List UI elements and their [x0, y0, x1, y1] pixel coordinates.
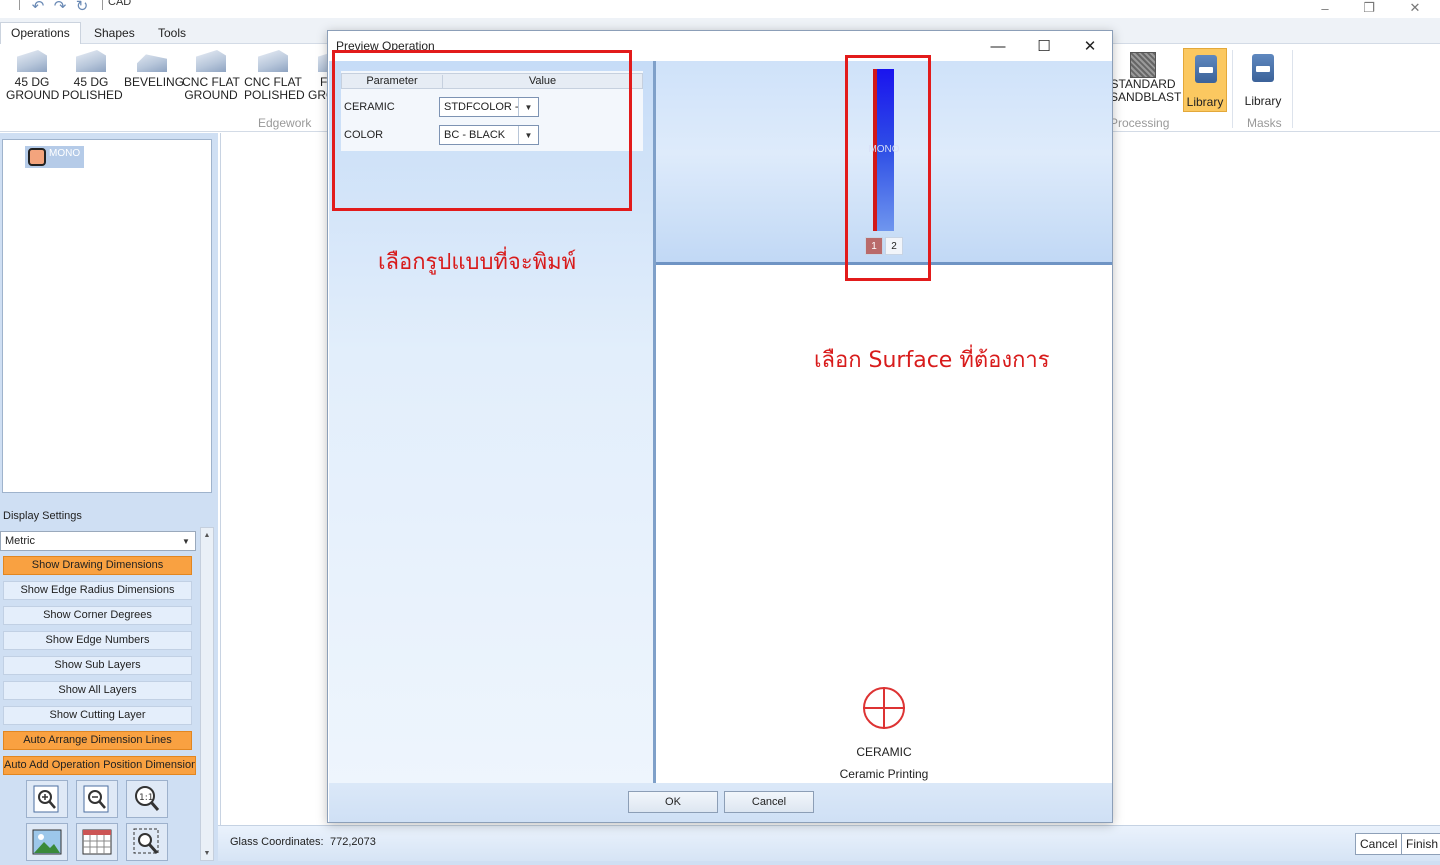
- processing-library-button[interactable]: Library: [1183, 48, 1227, 112]
- show-edge-radius-dimensions-button[interactable]: Show Edge Radius Dimensions: [3, 581, 192, 600]
- tab-operations[interactable]: Operations: [0, 22, 81, 45]
- button-label: Library: [1186, 95, 1224, 109]
- cancel-button[interactable]: Cancel: [1355, 833, 1403, 855]
- ok-button[interactable]: OK: [628, 791, 718, 813]
- group-label-masks: Masks: [1247, 116, 1282, 130]
- cnc-flat-ground-button[interactable]: CNC FLAT GROUND: [182, 50, 240, 102]
- tab-shapes[interactable]: Shapes: [84, 23, 145, 44]
- edge-45dg-polished-button[interactable]: 45 DG POLISHED: [62, 50, 123, 102]
- dialog-close-button[interactable]: ✕: [1076, 35, 1104, 57]
- button-label: BEVELING: [124, 75, 185, 89]
- status-bar: Glass Coordinates: 772,2073 Cancel Finis…: [218, 825, 1440, 861]
- show-sub-layers-button[interactable]: Show Sub Layers: [3, 656, 192, 675]
- zoom-1to1-icon: 1:1: [135, 786, 160, 811]
- dialog-footer: OK Cancel: [329, 783, 1112, 822]
- grid-icon: [82, 829, 112, 855]
- operation-name: CERAMIC: [856, 745, 912, 759]
- button-label: GROUND: [184, 88, 238, 102]
- scroll-up-icon[interactable]: ▲: [201, 528, 213, 542]
- dialog-minimize-button[interactable]: —: [984, 35, 1012, 57]
- zoom-1to1-button[interactable]: 1:1: [126, 780, 168, 818]
- edge-45dg-ground-button[interactable]: 45 DG GROUND: [6, 50, 60, 102]
- app-title: CAD: [108, 0, 132, 8]
- zoom-out-icon: [83, 785, 109, 813]
- separator: [102, 0, 103, 10]
- glass-coordinates-value: 772,2073: [330, 836, 376, 848]
- cnc-flat-polished-button[interactable]: CNC FLAT POLISHED: [244, 50, 305, 102]
- layer-tree[interactable]: MONO: [2, 139, 212, 493]
- left-panel: MONO Display Settings Metric ▼ Show Draw…: [0, 133, 218, 865]
- layer-color-swatch: [28, 148, 46, 166]
- image-view-button[interactable]: [26, 823, 68, 861]
- button-label: POLISHED: [62, 88, 123, 102]
- glass-coordinates-label: Glass Coordinates:: [230, 836, 324, 848]
- edge-icon: [196, 50, 226, 72]
- units-dropdown[interactable]: Metric ▼: [0, 531, 196, 551]
- library-icon: [1195, 55, 1217, 83]
- library-icon: [1252, 54, 1274, 82]
- crosshair-target-icon: [863, 687, 905, 729]
- image-icon: [32, 829, 62, 855]
- chevron-down-icon: ▼: [182, 536, 190, 546]
- zoom-out-button[interactable]: [76, 780, 118, 818]
- show-corner-degrees-button[interactable]: Show Corner Degrees: [3, 606, 192, 625]
- tab-tools[interactable]: Tools: [148, 23, 196, 44]
- standard-sandblast-button[interactable]: STANDARD SANDBLAST: [1110, 50, 1182, 104]
- annotation-text-select-print-pattern: เลือกรูปแบบที่จะพิมพ์: [378, 250, 577, 275]
- annotation-box-surface: [845, 55, 931, 281]
- annotation-text-select-surface: เลือก Surface ที่ต้องการ: [814, 348, 1050, 373]
- tree-node-label: MONO: [49, 148, 81, 159]
- show-edge-numbers-button[interactable]: Show Edge Numbers: [3, 631, 192, 650]
- operation-subtitle: Ceramic Printing: [839, 767, 929, 781]
- button-label: GRO: [308, 88, 328, 102]
- display-settings-scrollbar[interactable]: ▲ ▼: [200, 527, 214, 861]
- edge-icon: [258, 50, 288, 72]
- button-label: SANDBLAST: [1110, 90, 1182, 104]
- sandblast-icon: [1130, 52, 1156, 78]
- zoom-selection-button[interactable]: [126, 823, 168, 861]
- group-label-edgework: Edgework: [258, 116, 312, 130]
- dialog-cancel-button[interactable]: Cancel: [724, 791, 814, 813]
- redo-icon[interactable]: ↷: [51, 0, 69, 14]
- refresh-icon[interactable]: ↻: [73, 0, 91, 14]
- annotation-box-parameters: [332, 50, 632, 211]
- group-separator: [1232, 50, 1233, 128]
- bottom-strip: [0, 861, 1440, 865]
- scroll-down-icon[interactable]: ▼: [201, 846, 213, 860]
- zoom-selection-icon: [133, 828, 159, 854]
- restore-button[interactable]: ❐: [1354, 0, 1384, 16]
- title-bar: ↶ ↷ ↻ CAD – ❐ ✕: [0, 0, 1440, 18]
- units-value: Metric: [5, 535, 35, 547]
- button-label: GROUND: [6, 88, 60, 102]
- close-button[interactable]: ✕: [1400, 0, 1430, 16]
- finish-button[interactable]: Finish: [1401, 833, 1440, 855]
- zoom-in-icon: [33, 785, 59, 813]
- show-all-layers-button[interactable]: Show All Layers: [3, 681, 192, 700]
- edge-icon: [17, 50, 47, 72]
- minimize-button[interactable]: –: [1310, 0, 1340, 16]
- edge-icon: [76, 50, 106, 72]
- bevel-icon: [137, 54, 167, 72]
- undo-icon[interactable]: ↶: [29, 0, 47, 14]
- masks-library-button[interactable]: Library: [1241, 48, 1285, 112]
- show-drawing-dimensions-button[interactable]: Show Drawing Dimensions: [3, 556, 192, 575]
- auto-arrange-dimension-lines-button[interactable]: Auto Arrange Dimension Lines: [3, 731, 192, 750]
- tree-node-mono[interactable]: MONO: [25, 146, 85, 168]
- group-label-processing: Processing: [1110, 116, 1170, 130]
- beveling-button[interactable]: BEVELING: [124, 50, 185, 89]
- dialog-maximize-button[interactable]: ☐: [1030, 35, 1058, 57]
- show-cutting-layer-button[interactable]: Show Cutting Layer: [3, 706, 192, 725]
- separator: [19, 0, 20, 10]
- zoom-in-button[interactable]: [26, 780, 68, 818]
- flat-ground-button[interactable]: FL GRO: [306, 50, 328, 102]
- grid-button[interactable]: [76, 823, 118, 861]
- button-label: Library: [1244, 94, 1282, 108]
- svg-text:1:1: 1:1: [139, 793, 153, 803]
- display-settings-title: Display Settings: [3, 510, 82, 522]
- group-separator: [1292, 50, 1293, 128]
- button-label: POLISHED: [244, 88, 305, 102]
- auto-add-operation-position-dimension-button[interactable]: Auto Add Operation Position Dimension: [3, 756, 196, 775]
